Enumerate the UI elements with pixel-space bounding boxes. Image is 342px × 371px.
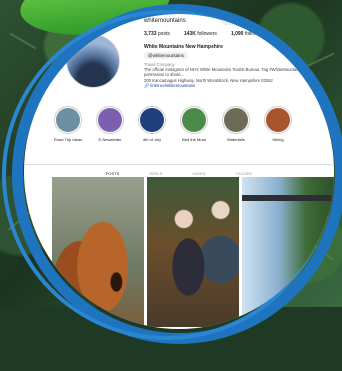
posts-grid [52, 177, 334, 327]
highlight-thumbnail [182, 108, 206, 132]
highlight-label: E-Newsletter [98, 137, 122, 142]
profile-display-name: White Mountains New Hampshire [144, 44, 223, 50]
profile-stats: 3,733 posts 143K followers 1,090 followi… [144, 31, 264, 37]
highlight-label: Road Trip Ideas [53, 137, 83, 142]
story-highlights: Road Trip Ideas E-Newsletter 4th of July… [54, 106, 292, 142]
profile-tabs: POSTS REELS SAVED TAGGED [24, 164, 334, 176]
instagram-profile-frame: whitemountains Edit profile 3,733 posts … [24, 14, 334, 329]
profile-username: whitemountains [144, 18, 186, 24]
profile-avatar[interactable] [66, 34, 120, 88]
tab-tagged[interactable]: TAGGED [236, 171, 253, 176]
post-thumbnail-people[interactable] [147, 177, 239, 327]
profile-bio: Travel Company The official Instagram of… [144, 62, 329, 88]
highlight-road-trip[interactable]: Road Trip Ideas [54, 106, 82, 142]
highlight-thumbnail [224, 108, 248, 132]
highlight-thumbnail [56, 108, 80, 132]
highlight-label: Hiking [272, 137, 284, 142]
highlight-hiking[interactable]: Hiking [264, 106, 292, 142]
edit-profile-button[interactable]: Edit profile [222, 16, 250, 25]
stat-followers[interactable]: 143K followers [184, 31, 217, 37]
post-thumbnail-dog[interactable] [52, 177, 144, 327]
profile-bio-text: The official Instagram of NH's White Mou… [144, 67, 308, 78]
profile-link[interactable]: 🔗 linktr.ee/whitemountains [144, 83, 329, 88]
tab-saved[interactable]: SAVED [192, 171, 205, 176]
post-thumbnail-train-window[interactable] [242, 177, 334, 327]
tab-posts[interactable]: POSTS [106, 171, 120, 176]
stat-following[interactable]: 1,090 following [231, 31, 264, 37]
highlight-thumbnail [140, 108, 164, 132]
highlight-thumbnail [266, 108, 290, 132]
highlight-4th-of-july[interactable]: 4th of July [138, 106, 166, 142]
tab-reels[interactable]: REELS [149, 171, 162, 176]
highlight-label: Waterfalls [227, 137, 245, 142]
stat-posts[interactable]: 3,733 posts [144, 31, 170, 37]
highlight-label: 4th of July [142, 137, 162, 142]
highlight-newsletter[interactable]: E-Newsletter [96, 106, 124, 142]
highlight-waterfalls[interactable]: Waterfalls [222, 106, 250, 142]
highlight-bird-the-moat[interactable]: Bird the Moat [180, 106, 208, 142]
highlight-label: Bird the Moat [182, 137, 206, 142]
highlight-thumbnail [98, 108, 122, 132]
threads-handle-badge[interactable]: @whitemountains [144, 52, 188, 59]
